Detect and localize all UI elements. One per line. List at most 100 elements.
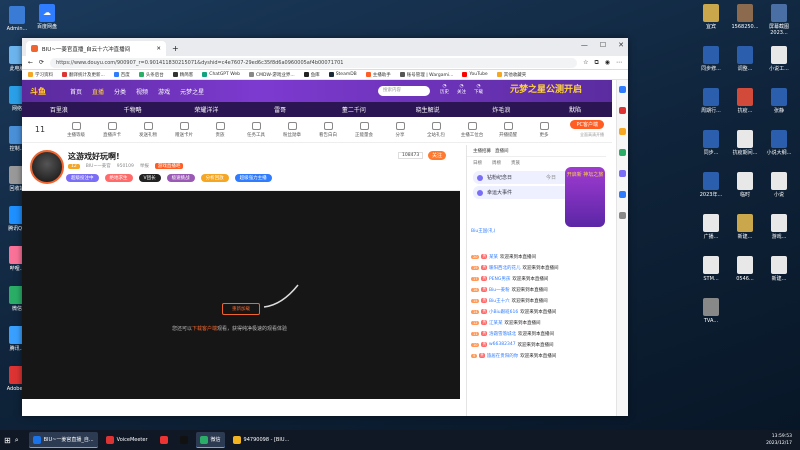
- chat-username[interactable]: 洛霜雪落城北: [489, 331, 516, 337]
- category-item[interactable]: 炸毛浪: [465, 105, 539, 114]
- new-tab-button[interactable]: +: [172, 44, 179, 53]
- bookmark-item[interactable]: 精简客: [172, 72, 193, 78]
- chat-tab[interactable]: 主播招募: [473, 148, 491, 154]
- pc-client-button[interactable]: PC客户端: [570, 120, 604, 129]
- bookmark-item[interactable]: CMDW-游戏业界...: [249, 72, 295, 78]
- tool-item[interactable]: 主播工位台: [454, 121, 490, 138]
- reload-button[interactable]: 重新加载: [222, 303, 260, 315]
- category-tag[interactable]: 游戏直播吧: [154, 163, 184, 169]
- sidebar-app-icon[interactable]: [619, 170, 626, 177]
- tool-item[interactable]: 看告白白: [310, 121, 346, 138]
- desktop-icon[interactable]: 宜宾: [694, 4, 728, 30]
- tool-item[interactable]: 任务工具: [238, 121, 274, 138]
- profile-icon[interactable]: ◉: [605, 59, 610, 66]
- bookmark-item[interactable]: 鱼库: [303, 72, 320, 78]
- category-item[interactable]: 雷哥: [243, 105, 317, 114]
- desktop-icon-baidu[interactable]: ☁ 百度网盘: [30, 4, 64, 30]
- desktop-icon[interactable]: 新建...: [762, 256, 796, 282]
- taskbar-item[interactable]: 微信: [195, 432, 225, 448]
- chat-username[interactable]: w66382347: [489, 342, 516, 347]
- sidebar-app-icon[interactable]: [619, 128, 626, 135]
- chat-username[interactable]: Biu王十六: [489, 298, 510, 304]
- category-item[interactable]: 千物略: [96, 105, 170, 114]
- chat-username[interactable]: 江某某: [489, 320, 503, 326]
- bookmark-item[interactable]: 翻译统计及更新...: [62, 72, 105, 78]
- tool-item[interactable]: 贵族: [202, 121, 238, 138]
- banner-promo[interactable]: 元梦之星公测开启: [510, 82, 582, 95]
- sidebar-app-icon[interactable]: [619, 86, 626, 93]
- nav-item[interactable]: 直播: [92, 87, 104, 96]
- tool-item[interactable]: 粉丝勋章: [274, 121, 310, 138]
- start-icon[interactable]: ⊞: [4, 436, 11, 445]
- desktop-icon[interactable]: 屏幕截图 2023...: [762, 4, 796, 36]
- search-icon[interactable]: ⌕: [15, 436, 19, 445]
- chat-tab[interactable]: 直播间: [495, 148, 509, 154]
- taskbar-item[interactable]: [176, 432, 192, 448]
- desktop-icon[interactable]: 张静: [762, 88, 796, 114]
- taskbar-item[interactable]: [156, 432, 172, 448]
- desktop-icon[interactable]: 游戏...: [762, 214, 796, 240]
- desktop-icon[interactable]: STM...: [694, 256, 728, 282]
- star-icon[interactable]: ☆: [583, 59, 588, 66]
- category-item[interactable]: 荣耀洋洋: [170, 105, 244, 114]
- nav-item[interactable]: 分类: [114, 87, 126, 96]
- stream-tag[interactable]: 超级投注中: [66, 174, 99, 182]
- desktop-icon[interactable]: 周期行...: [694, 88, 728, 114]
- desktop-icon[interactable]: 2023年...: [694, 172, 728, 198]
- desktop-icon[interactable]: TVA...: [694, 298, 728, 324]
- minimize-icon[interactable]: —: [581, 41, 588, 49]
- nav-icon-btn[interactable]: ◔ 下载: [474, 84, 483, 95]
- tool-item[interactable]: 直播声卡: [94, 121, 130, 138]
- chat-username[interactable]: 暖阳西北的花儿: [489, 265, 521, 271]
- tool-item[interactable]: 发送礼物: [130, 121, 166, 138]
- nav-item[interactable]: 首页: [70, 87, 82, 96]
- refresh-icon[interactable]: ⟳: [39, 59, 44, 66]
- desktop-icon[interactable]: 小说大纲...: [762, 130, 796, 156]
- taskbar-item[interactable]: BIU~一姜官直播_自...: [28, 432, 98, 448]
- tool-item[interactable]: 主播等级: [58, 121, 94, 138]
- desktop-icon[interactable]: 广播...: [694, 214, 728, 240]
- nav-icon-btn[interactable]: ◔ 历史: [440, 84, 449, 95]
- taskbar-item[interactable]: 94790098 - [BIU...: [229, 432, 294, 448]
- promo-image[interactable]: 开启新 神坛之旅: [565, 167, 605, 227]
- rank-tab[interactable]: 周榜: [492, 160, 501, 166]
- douyu-logo[interactable]: 斗鱼: [30, 86, 46, 97]
- rank-tab[interactable]: 日榜: [473, 160, 482, 166]
- desktop-icon[interactable]: 新建...: [728, 214, 762, 240]
- follow-button[interactable]: 关注: [428, 151, 447, 160]
- desktop-icon[interactable]: 临时: [728, 172, 762, 198]
- bookmark-item[interactable]: 其他收藏夹: [496, 72, 526, 78]
- streamer-name[interactable]: BIU~一姜官: [86, 163, 111, 169]
- category-item[interactable]: 晓生解说: [391, 105, 465, 114]
- tools-count[interactable]: 11: [22, 125, 58, 134]
- tool-item[interactable]: 正能量会: [346, 121, 382, 138]
- desktop-icon[interactable]: 抗疫...: [728, 88, 762, 114]
- chat-username[interactable]: 小Biu跟班616: [489, 309, 518, 315]
- desktop-icon[interactable]: 小说: [762, 172, 796, 198]
- stream-tag[interactable]: 超级强力主播: [234, 174, 272, 182]
- bookmark-item[interactable]: 头条后台: [138, 72, 164, 78]
- chat-username[interactable]: 某某: [489, 254, 498, 260]
- taskbar-item[interactable]: VoiceMeeter: [102, 432, 152, 448]
- desktop-icon[interactable]: 同步修...: [694, 46, 728, 72]
- tool-item[interactable]: 分享: [382, 121, 418, 138]
- sidebar-app-icon[interactable]: [619, 149, 626, 156]
- clock[interactable]: 13:59:53 2023/12/17: [766, 433, 792, 447]
- bookmark-item[interactable]: YouTube: [462, 72, 488, 77]
- download-client-link[interactable]: 下载客户端: [192, 326, 217, 332]
- chat-username[interactable]: PENG男孩: [489, 276, 510, 282]
- bookmark-item[interactable]: 账号管理 | Wargami...: [399, 72, 453, 78]
- tool-item[interactable]: 赠送卡片: [166, 121, 202, 138]
- nav-item[interactable]: 视频: [136, 87, 148, 96]
- stream-tag[interactable]: 绝地求生: [104, 174, 133, 182]
- bookmark-item[interactable]: 百度: [113, 72, 130, 78]
- nav-icon-btn[interactable]: ◔ 关注: [457, 84, 466, 95]
- menu-icon[interactable]: ⋯: [616, 59, 622, 66]
- video-player[interactable]: 重新加载 您还可以下载客户端观看，获得纯净极速的观看体验: [22, 191, 460, 399]
- streamer-avatar[interactable]: [30, 150, 64, 184]
- nav-item[interactable]: 游戏: [158, 87, 170, 96]
- chat-username[interactable]: Biu一姜粉: [489, 287, 510, 293]
- desktop-icon[interactable]: 小说工...: [762, 46, 796, 72]
- stream-tag[interactable]: 极速挑战: [166, 174, 195, 182]
- desktop-icon[interactable]: 1568250...: [728, 4, 762, 30]
